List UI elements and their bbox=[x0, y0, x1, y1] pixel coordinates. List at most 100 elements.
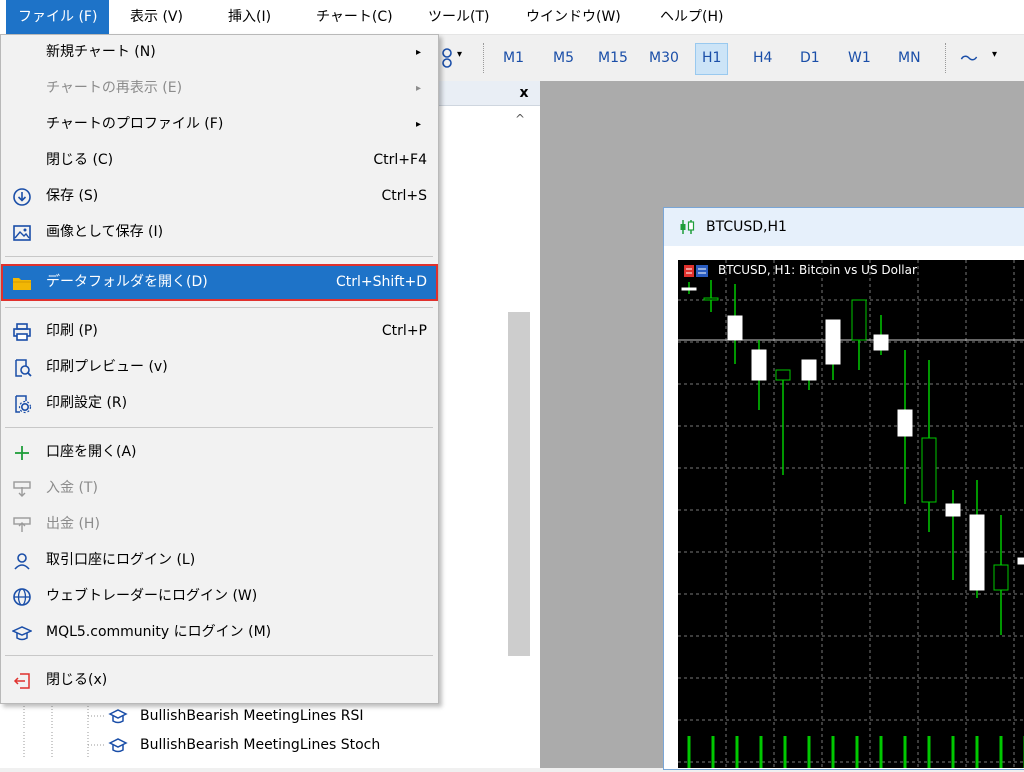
menu-item-print-settings[interactable]: 印刷設定 (R) bbox=[2, 386, 437, 421]
candle-body bbox=[921, 437, 937, 503]
scroll-up-icon[interactable]: ^ bbox=[512, 112, 528, 130]
tree-lines bbox=[23, 732, 106, 758]
timeframe-m15[interactable]: M15 bbox=[592, 43, 634, 73]
image-save-icon bbox=[13, 225, 31, 241]
menu-item-label: 閉じる(x) bbox=[46, 672, 108, 688]
graduation-cap-icon bbox=[12, 626, 32, 641]
menu-help[interactable]: ヘルプ(H) bbox=[648, 0, 735, 34]
menu-item-label: 新規チャート (N) bbox=[46, 44, 156, 60]
menu-item-label: 口座を開く(A) bbox=[46, 444, 137, 460]
menu-view[interactable]: 表示 (V) bbox=[118, 0, 195, 34]
toolbar-separator bbox=[945, 43, 946, 73]
toolbar-separator bbox=[483, 43, 484, 73]
printer-icon bbox=[13, 323, 31, 341]
chart-window-titlebar[interactable]: BTCUSD,H1 bbox=[664, 208, 1024, 246]
menu-item-label: データフォルダを開く(D) bbox=[46, 274, 208, 290]
menu-item-label: 印刷設定 (R) bbox=[46, 395, 128, 411]
chart-profile-icon[interactable] bbox=[440, 47, 454, 69]
save-icon bbox=[13, 188, 31, 206]
timeframe-w1[interactable]: W1 bbox=[842, 43, 877, 73]
submenu-arrow-icon: ▸ bbox=[416, 119, 422, 130]
tree-item-label: BullishBearish MeetingLines RSI bbox=[140, 708, 364, 724]
menu-item-label: 出金 (H) bbox=[46, 516, 100, 532]
candle-body bbox=[897, 409, 913, 437]
candle-body bbox=[825, 319, 841, 365]
chart-window-title: BTCUSD,H1 bbox=[706, 219, 787, 235]
menu-item-chart-profile[interactable]: チャートのプロファイル (F) ▸ bbox=[2, 107, 437, 142]
menu-insert[interactable]: 挿入(I) bbox=[216, 0, 283, 34]
line-chart-icon[interactable]: 〜 bbox=[960, 45, 978, 71]
menu-item-print-preview[interactable]: 印刷プレビュー (v) bbox=[2, 350, 437, 385]
menu-item-shortcut: Ctrl+Shift+D bbox=[336, 274, 427, 290]
menu-item-save[interactable]: 保存 (S) Ctrl+S bbox=[2, 179, 437, 214]
menu-separator bbox=[5, 427, 433, 428]
menu-item-label: チャートの再表示 (E) bbox=[46, 80, 183, 96]
tree-lines bbox=[23, 703, 106, 729]
menu-item-login-mql5[interactable]: MQL5.community にログイン (M) bbox=[2, 615, 437, 650]
menu-item-open-account[interactable]: 口座を開く(A) bbox=[2, 435, 437, 470]
candle-body bbox=[873, 334, 889, 351]
menu-tools[interactable]: ツール(T) bbox=[416, 0, 501, 34]
menu-item-label: チャートのプロファイル (F) bbox=[46, 116, 224, 132]
menu-item-print[interactable]: 印刷 (P) Ctrl+P bbox=[2, 314, 437, 349]
menu-item-label: 取引口座にログイン (L) bbox=[46, 552, 196, 568]
graduation-cap-icon bbox=[108, 709, 128, 724]
close-icon[interactable]: x bbox=[516, 84, 532, 102]
file-menu-dropdown: 新規チャート (N) ▸ チャートの再表示 (E) ▸ チャートのプロファイル … bbox=[0, 34, 439, 704]
graduation-cap-icon bbox=[108, 738, 128, 753]
menu-separator bbox=[5, 307, 433, 308]
candle-body bbox=[727, 315, 743, 341]
toolbar: ▾ M1 M5 M15 M30 H1 H4 D1 W1 MN 〜 ▾ bbox=[437, 35, 1024, 82]
candle-body bbox=[751, 349, 767, 381]
menu-item-label: 閉じる (C) bbox=[46, 152, 114, 168]
menu-item-reopen-chart[interactable]: チャートの再表示 (E) ▸ bbox=[2, 71, 437, 106]
menu-separator bbox=[5, 655, 433, 656]
candle-body bbox=[851, 299, 867, 341]
menu-item-label: 画像として保存 (I) bbox=[46, 224, 164, 240]
menu-item-new-chart[interactable]: 新規チャート (N) ▸ bbox=[2, 35, 437, 70]
withdraw-icon bbox=[13, 517, 31, 532]
menu-item-shortcut: Ctrl+F4 bbox=[373, 152, 427, 168]
menu-chart[interactable]: チャート(C) bbox=[304, 0, 405, 34]
menu-item-close[interactable]: 閉じる (C) Ctrl+F4 bbox=[2, 143, 437, 178]
menu-item-save-as-image[interactable]: 画像として保存 (I) bbox=[2, 215, 437, 250]
menu-window[interactable]: ウインドウ(W) bbox=[514, 0, 633, 34]
candle-body bbox=[945, 503, 961, 517]
print-settings-icon bbox=[15, 395, 32, 414]
menu-item-withdraw[interactable]: 出金 (H) bbox=[2, 507, 437, 542]
timeframe-h4[interactable]: H4 bbox=[747, 43, 778, 73]
menu-item-label: 印刷プレビュー (v) bbox=[46, 359, 168, 375]
timeframe-m1[interactable]: M1 bbox=[497, 43, 530, 73]
candle-body bbox=[775, 369, 791, 381]
menu-item-login-trade-account[interactable]: 取引口座にログイン (L) bbox=[2, 543, 437, 578]
tree-item-label: BullishBearish MeetingLines Stoch bbox=[140, 737, 381, 753]
globe-icon bbox=[13, 588, 31, 606]
menu-item-shortcut: Ctrl+P bbox=[381, 323, 427, 339]
candle-body bbox=[993, 564, 1009, 591]
menu-file[interactable]: ファイル (F) bbox=[6, 0, 110, 34]
timeframe-d1[interactable]: D1 bbox=[794, 43, 826, 73]
menu-item-label: 印刷 (P) bbox=[46, 323, 98, 339]
folder-icon bbox=[13, 278, 31, 290]
chart-canvas[interactable] bbox=[678, 260, 1024, 768]
candle-body bbox=[681, 287, 697, 291]
timeframe-m30[interactable]: M30 bbox=[643, 43, 685, 73]
deposit-icon bbox=[13, 481, 31, 497]
menu-item-deposit[interactable]: 入金 (T) bbox=[2, 471, 437, 506]
menu-item-open-data-folder[interactable]: データフォルダを開く(D) Ctrl+Shift+D bbox=[1, 264, 438, 301]
chart-symbol-icon bbox=[684, 265, 708, 277]
timeframe-h1[interactable]: H1 bbox=[695, 43, 729, 75]
candle-body bbox=[969, 514, 985, 591]
timeframe-mn[interactable]: MN bbox=[892, 43, 927, 73]
menu-item-label: ウェブトレーダーにログイン (W) bbox=[46, 588, 258, 604]
chevron-down-icon[interactable]: ▾ bbox=[992, 49, 997, 60]
submenu-arrow-icon: ▸ bbox=[416, 83, 422, 94]
chart-symbol-label: BTCUSD, H1: Bitcoin vs US Dollar bbox=[718, 263, 917, 277]
menu-item-login-webtrader[interactable]: ウェブトレーダーにログイン (W) bbox=[2, 579, 437, 614]
timeframe-m5[interactable]: M5 bbox=[547, 43, 580, 73]
chevron-down-icon[interactable]: ▾ bbox=[457, 49, 462, 60]
menu-item-exit[interactable]: 閉じる(x) bbox=[2, 663, 437, 698]
menu-bar: ファイル (F) 表示 (V) 挿入(I) チャート(C) ツール(T) ウイン… bbox=[0, 0, 1024, 35]
user-icon bbox=[14, 553, 30, 570]
scrollbar-thumb[interactable] bbox=[508, 312, 530, 656]
